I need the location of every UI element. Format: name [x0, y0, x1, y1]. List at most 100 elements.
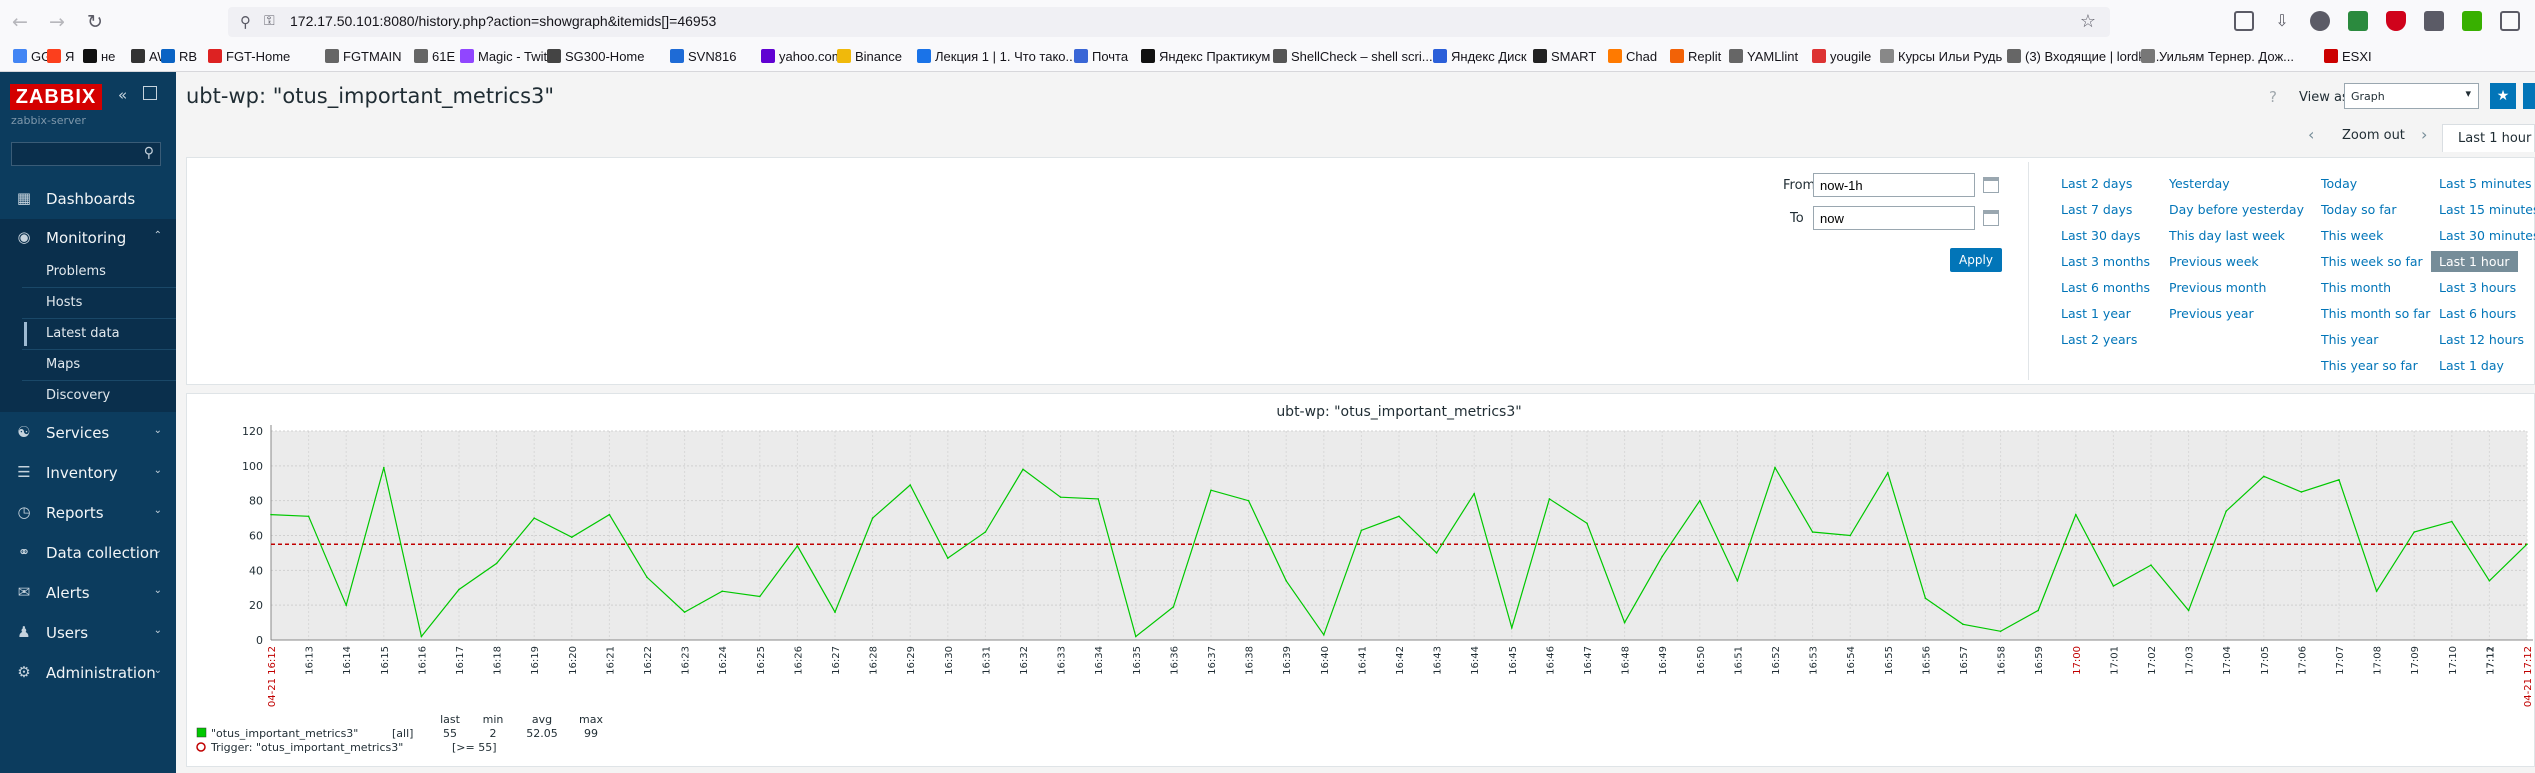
menu-inventory[interactable]: ☰ Inventory ⌄	[0, 454, 176, 492]
quick-range-link[interactable]: Day before yesterday	[2169, 202, 2304, 217]
quick-range-link[interactable]: Last 1 hour	[2431, 251, 2518, 272]
submenu-discovery[interactable]: Discovery	[0, 381, 176, 411]
to-input[interactable]	[1813, 206, 1975, 230]
bookmark-item[interactable]: FGTMAIN	[325, 48, 402, 66]
submenu-latest-data[interactable]: Latest data	[0, 319, 176, 349]
quick-range-link[interactable]: Last 7 days	[2061, 202, 2132, 217]
quick-range-link[interactable]: Last 6 hours	[2439, 306, 2516, 321]
menu-users[interactable]: ♟ Users ⌄	[0, 614, 176, 652]
account-icon[interactable]	[2310, 11, 2330, 31]
back-icon[interactable]: ←	[8, 10, 32, 34]
quick-range-link[interactable]: Yesterday	[2169, 176, 2230, 191]
bookmark-item[interactable]: Я	[47, 48, 74, 66]
view-as-select[interactable]: Graph ▾	[2344, 83, 2479, 109]
next-period-icon[interactable]: ›	[2421, 125, 2427, 144]
vpn-icon[interactable]	[2462, 11, 2482, 31]
container-icon[interactable]	[2424, 11, 2444, 31]
prev-period-icon[interactable]: ‹	[2308, 125, 2314, 144]
quick-range-link[interactable]: Last 12 hours	[2439, 332, 2524, 347]
bookmark-item[interactable]: FGT-Home	[208, 48, 290, 66]
bookmark-item[interactable]: SMART	[1533, 48, 1596, 66]
bookmark-item[interactable]: Лекция 1 | 1. Что тако...	[917, 48, 1076, 66]
quick-range-link[interactable]: Today	[2321, 176, 2357, 191]
quick-range-link[interactable]: This month so far	[2321, 306, 2430, 321]
time-filter-tab[interactable]: Last 1 hour	[2442, 124, 2535, 152]
menu-reports[interactable]: ◷ Reports ⌄	[0, 494, 176, 532]
bookmark-item[interactable]: GG	[13, 48, 51, 66]
reload-icon[interactable]: ↻	[83, 10, 107, 34]
bookmark-item[interactable]: Почта	[1074, 48, 1128, 66]
quick-range-link[interactable]: Last 30 minutes	[2439, 228, 2535, 243]
favorite-star-button[interactable]: ★	[2490, 83, 2516, 109]
bookmark-item[interactable]: YAMLlint	[1729, 48, 1798, 66]
bookmark-star-icon[interactable]: ☆	[2080, 11, 2096, 32]
bookmark-item[interactable]: 61E	[414, 48, 455, 66]
quick-range-link[interactable]: Previous year	[2169, 306, 2254, 321]
bookmark-item[interactable]: RB	[161, 48, 197, 66]
ublock-icon[interactable]	[2386, 11, 2406, 31]
pocket-icon[interactable]	[2234, 11, 2254, 31]
bookmark-item[interactable]: SG300-Home	[547, 48, 644, 66]
quick-range-link[interactable]: Last 30 days	[2061, 228, 2140, 243]
bookmark-item[interactable]: Replit	[1670, 48, 1721, 66]
search-icon[interactable]: ⚲	[144, 145, 154, 161]
zabbix-logo[interactable]: ZABBIX	[10, 84, 102, 110]
submenu-maps[interactable]: Maps	[0, 350, 176, 380]
bookmark-item[interactable]: Chad	[1608, 48, 1657, 66]
quick-range-link[interactable]: Last 1 day	[2439, 358, 2504, 373]
quick-range-link[interactable]: Last 3 hours	[2439, 280, 2516, 295]
calendar-icon[interactable]	[1983, 177, 1999, 193]
quick-range-link[interactable]: This week	[2321, 228, 2383, 243]
menu-alerts[interactable]: ✉ Alerts ⌄	[0, 574, 176, 612]
menu-dashboards[interactable]: ▦ Dashboards	[0, 180, 176, 218]
calendar-icon[interactable]	[1983, 210, 1999, 226]
quick-range-link[interactable]: Last 6 months	[2061, 280, 2150, 295]
bookmark-item[interactable]: yougile	[1812, 48, 1871, 66]
apply-button[interactable]: Apply	[1950, 248, 2002, 272]
bookmark-item[interactable]: yahoo.com	[761, 48, 843, 66]
bookmark-item[interactable]: не	[83, 48, 115, 66]
extension-icon[interactable]	[2348, 11, 2368, 31]
quick-range-link[interactable]: Last 2 years	[2061, 332, 2137, 347]
menu-services[interactable]: ☯ Services ⌄	[0, 414, 176, 452]
quick-range-link[interactable]: Last 2 days	[2061, 176, 2132, 191]
bookmark-item[interactable]: Уильям Тернер. Дож...	[2141, 48, 2294, 66]
quick-range-link[interactable]: This week so far	[2321, 254, 2423, 269]
help-icon[interactable]: ?	[2269, 88, 2277, 106]
bookmark-item[interactable]: ESXI	[2324, 48, 2372, 66]
extensions-icon[interactable]	[2500, 11, 2520, 31]
menu-data-collection[interactable]: ⚭ Data collection ⌄	[0, 534, 176, 572]
bookmark-item[interactable]: Яндекс Практикум	[1141, 48, 1270, 66]
bookmark-item[interactable]: ShellCheck – shell scri...	[1273, 48, 1433, 66]
menu-monitoring[interactable]: ◉ Monitoring ⌃	[0, 219, 176, 257]
zoom-out-button[interactable]: Zoom out	[2342, 128, 2405, 143]
submenu-problems[interactable]: Problems	[0, 257, 176, 287]
sidebar-search-input[interactable]: ⚲	[11, 142, 161, 166]
quick-range-link[interactable]: Today so far	[2321, 202, 2396, 217]
quick-range-link[interactable]: Previous week	[2169, 254, 2259, 269]
collapse-icon[interactable]: «	[118, 86, 127, 104]
quick-range-link[interactable]: Last 15 minutes	[2439, 202, 2535, 217]
address-bar[interactable]: ⚲ ⚿ 172.17.50.101:8080/history.php?actio…	[228, 7, 2110, 37]
quick-range-link[interactable]: This year so far	[2321, 358, 2418, 373]
quick-range-link[interactable]: Last 3 months	[2061, 254, 2150, 269]
bookmark-item[interactable]: SVN816	[670, 48, 736, 66]
quick-range-link[interactable]: Last 1 year	[2061, 306, 2131, 321]
submenu-hosts[interactable]: Hosts	[0, 288, 176, 318]
bookmark-item[interactable]: Курсы Ильи Рудь	[1880, 48, 2002, 66]
menu-administration[interactable]: ⚙ Administration ⌄	[0, 654, 176, 692]
quick-range-link[interactable]: This year	[2321, 332, 2378, 347]
download-icon[interactable]: ⇩	[2272, 11, 2292, 31]
kiosk-icon[interactable]	[143, 86, 157, 100]
quick-range-link[interactable]: Previous month	[2169, 280, 2266, 295]
from-input[interactable]	[1813, 173, 1975, 197]
forward-icon[interactable]: →	[45, 10, 69, 34]
quick-range-link[interactable]: This day last week	[2169, 228, 2285, 243]
bookmark-item[interactable]: (3) Входящие | lordku...	[2007, 48, 2163, 66]
quick-range-link[interactable]: This month	[2321, 280, 2391, 295]
kiosk-mode-button[interactable]	[2523, 83, 2535, 109]
bookmark-item[interactable]: Binance	[837, 48, 902, 66]
bookmark-item[interactable]: Magic - Twitch	[460, 48, 561, 66]
quick-range-link[interactable]: Last 5 minutes	[2439, 176, 2532, 191]
bookmark-item[interactable]: Яндекс Диск	[1433, 48, 1527, 66]
